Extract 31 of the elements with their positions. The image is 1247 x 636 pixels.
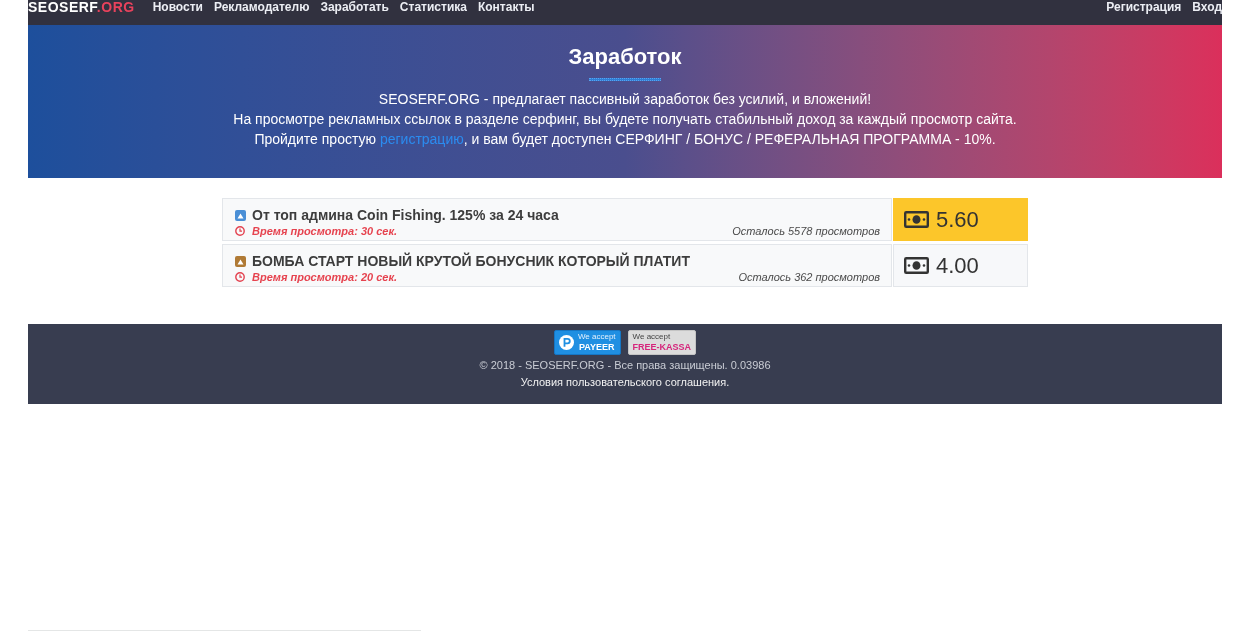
badge-label: FREE-KASSA: [632, 342, 692, 353]
remaining-views: Осталось 362 просмотров: [738, 270, 880, 284]
p-circle-icon: [558, 335, 574, 350]
price: 5.60: [936, 206, 979, 233]
badge-caption: We accept: [632, 332, 671, 342]
nav-link[interactable]: Контакты: [477, 0, 535, 14]
banknote-icon: [904, 211, 929, 228]
nav-link[interactable]: Заработать: [320, 0, 389, 14]
clock-icon: [235, 226, 245, 236]
intro-text: На просмотре рекламных ссылок в разделе серфинг, вы будете получать стабильный доход за каждый просмотр сайта.: [233, 110, 1017, 129]
site-logo[interactable]: SEOSERF.ORG: [28, 0, 135, 14]
clock-icon: [235, 272, 245, 282]
nav-link[interactable]: Вход: [1192, 0, 1222, 14]
banknote-icon: [904, 257, 929, 274]
terms-link[interactable]: Условия пользовательского соглашения.: [520, 374, 730, 391]
offer-title[interactable]: БОМБА СТАРТ НОВЫЙ КРУТОЙ БОНУСНИК КОТОРЫЙ ПЛАТИТ: [252, 253, 690, 269]
remaining-views: Осталось 5578 просмотров: [732, 224, 880, 238]
offer-title[interactable]: От топ админа Coin Fishing. 125% за 24 часа: [252, 207, 559, 223]
view-time: Время просмотра: 20 сек.: [252, 270, 398, 284]
nav-link[interactable]: Регистрация: [1106, 0, 1182, 14]
nav-link[interactable]: Статистика: [399, 0, 467, 14]
price: 4.00: [936, 252, 979, 279]
nav-link[interactable]: Рекламодателю: [213, 0, 310, 14]
view-time: Время просмотра: 30 сек.: [252, 224, 398, 238]
badge-label: PAYEER: [578, 342, 615, 353]
badge-caption: We accept: [577, 332, 616, 342]
copyright-text: © 2018 - SEOSERF.ORG - Все права защищены. 0.03986: [479, 358, 771, 373]
intro-text: Пройдите простую регистрацию, и вам будет доступен СЕРФИНГ / БОНУС / РЕФЕРАЛЬНАЯ ПРОГРАММА - 10%.: [254, 130, 996, 149]
nav-link[interactable]: Новости: [152, 0, 203, 14]
intro-text: SEOSERF.ORG - предлагает пассивный заработок без усилий, и вложений!: [378, 90, 872, 109]
page-title: Заработок: [568, 43, 682, 71]
